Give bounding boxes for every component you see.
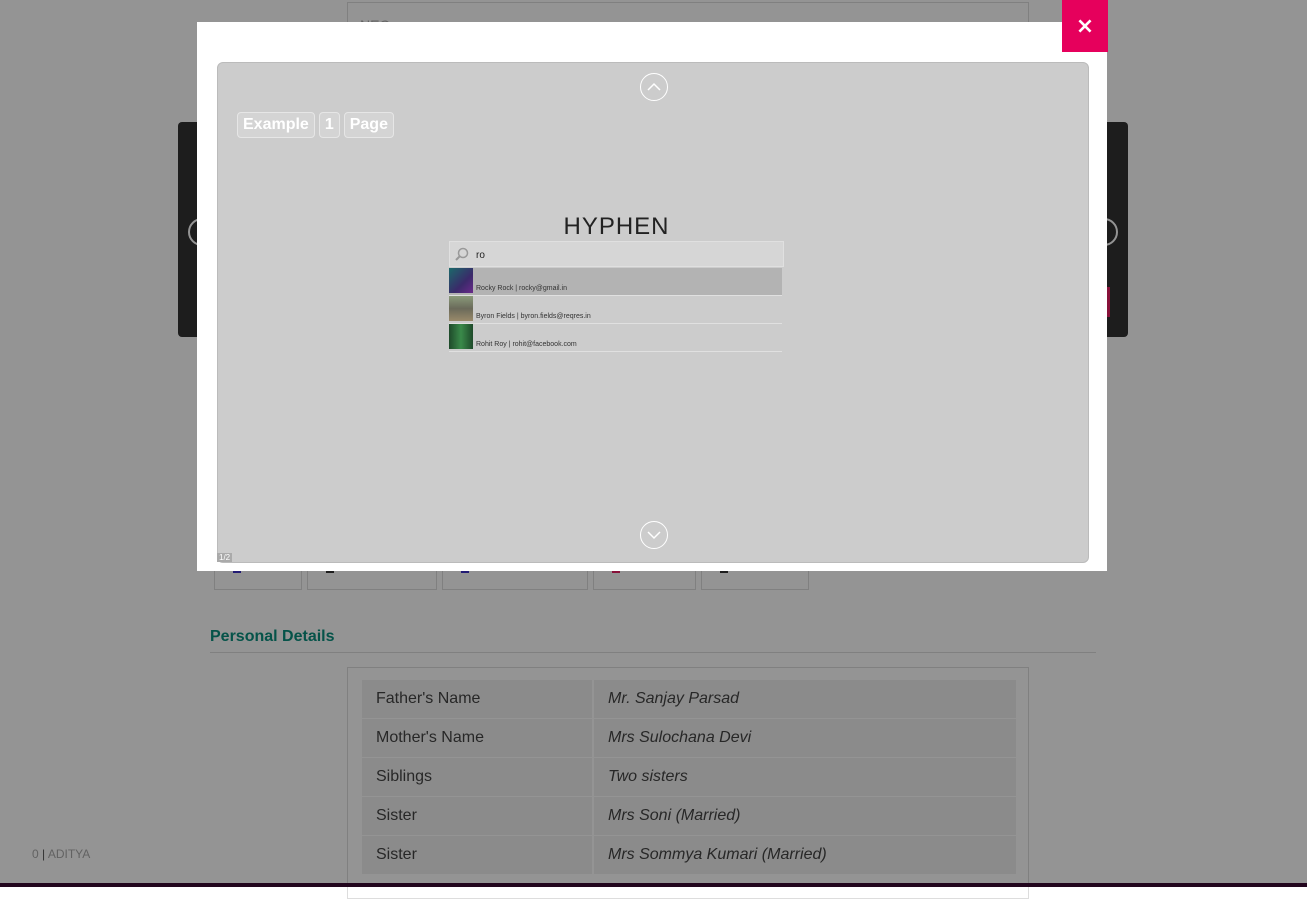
result-text: Rocky Rock | rocky@gmail.in <box>476 285 567 292</box>
scroll-down-icon[interactable] <box>640 521 668 549</box>
list-item[interactable]: Rohit Roy | rohit@facebook.com <box>449 324 782 352</box>
search-icon <box>454 246 470 267</box>
embedded-frame: Example 1 Page HYPHEN Rocky Rock | rocky… <box>217 62 1089 563</box>
list-item[interactable]: Rocky Rock | rocky@gmail.in <box>449 268 782 296</box>
result-text: Rohit Roy | rohit@facebook.com <box>476 341 577 348</box>
search-results: Rocky Rock | rocky@gmail.in Byron Fields… <box>449 268 782 352</box>
result-thumbnail <box>449 296 473 321</box>
result-text: Byron Fields | byron.fields@reqres.in <box>476 313 591 320</box>
result-thumbnail <box>449 324 473 349</box>
search-input[interactable] <box>474 245 778 265</box>
breadcrumb: Example 1 Page <box>237 112 394 138</box>
result-thumbnail <box>449 268 473 293</box>
scroll-up-icon[interactable] <box>640 73 668 101</box>
demo-title: HYPHEN <box>563 213 670 240</box>
modal-dialog: Example 1 Page HYPHEN Rocky Rock | rocky… <box>197 22 1107 571</box>
page-indicator: 1/2 <box>217 553 233 562</box>
breadcrumb-item[interactable]: 1 <box>318 112 340 138</box>
list-item[interactable]: Byron Fields | byron.fields@reqres.in <box>449 296 782 324</box>
close-button[interactable]: × <box>1062 0 1108 52</box>
breadcrumb-item[interactable]: Example <box>237 112 315 138</box>
breadcrumb-item[interactable]: Page <box>343 112 394 138</box>
search-box <box>449 241 784 267</box>
